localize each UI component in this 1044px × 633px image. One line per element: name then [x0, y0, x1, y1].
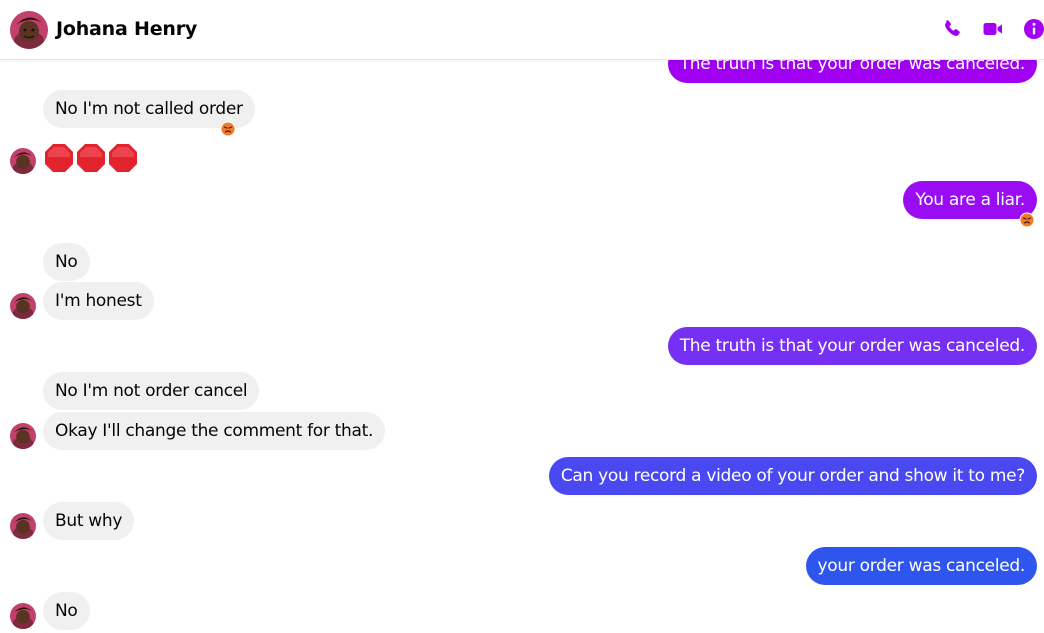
outgoing-message[interactable]: You are a liar.: [903, 181, 1037, 219]
conversation-header: Johana Henry: [0, 0, 1044, 60]
contact-avatar[interactable]: [10, 293, 36, 319]
message-thread[interactable]: The truth is that your order was cancele…: [0, 60, 1044, 633]
angry-face-reaction-icon[interactable]: [220, 121, 236, 137]
stop-sign-emoji-icon[interactable]: [76, 143, 106, 173]
info-icon[interactable]: [1022, 17, 1044, 41]
phone-icon[interactable]: [940, 17, 964, 41]
video-camera-icon[interactable]: [981, 17, 1005, 41]
contact-avatar[interactable]: [10, 148, 36, 174]
contact-avatar[interactable]: [10, 423, 36, 449]
contact-avatar[interactable]: [10, 11, 48, 49]
angry-face-reaction-icon[interactable]: [1019, 212, 1035, 228]
contact-avatar[interactable]: [10, 513, 36, 539]
outgoing-message[interactable]: Can you record a video of your order and…: [548, 457, 1037, 495]
outgoing-message[interactable]: The truth is that your order was cancele…: [667, 327, 1037, 365]
contact-avatar[interactable]: [10, 603, 36, 629]
incoming-message[interactable]: No: [43, 592, 90, 630]
incoming-message[interactable]: No I'm not order cancel: [43, 372, 260, 410]
contact-name[interactable]: Johana Henry: [56, 18, 197, 40]
stop-sign-emoji-icon[interactable]: [44, 143, 74, 173]
incoming-message[interactable]: Okay I'll change the comment for that.: [43, 412, 386, 450]
outgoing-message[interactable]: your order was canceled.: [805, 547, 1037, 585]
stop-sign-emoji-icon[interactable]: [108, 143, 138, 173]
outgoing-message[interactable]: The truth is that your order was cancele…: [667, 60, 1037, 83]
incoming-message[interactable]: No: [43, 243, 90, 281]
incoming-message[interactable]: I'm honest: [43, 282, 154, 320]
incoming-message[interactable]: But why: [43, 502, 135, 540]
